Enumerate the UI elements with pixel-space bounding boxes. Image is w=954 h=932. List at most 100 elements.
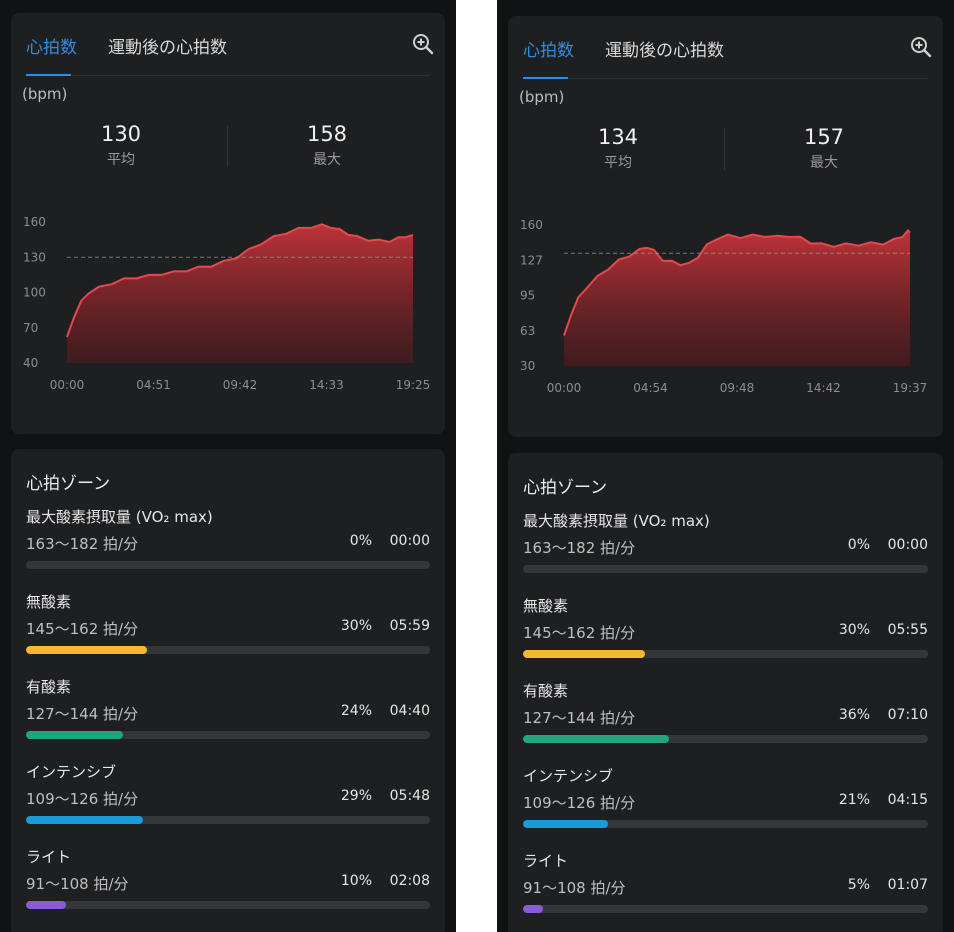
x-tick-label: 04:54 xyxy=(633,381,668,395)
zone-range: 91〜108 拍/分 xyxy=(523,879,626,897)
zone-name: 無酸素 xyxy=(523,597,569,615)
zone-row: インテンシブ 109〜126 拍/分 29% 05:48 xyxy=(26,761,430,841)
zone-row: 有酸素 127〜144 拍/分 24% 04:40 xyxy=(26,676,430,756)
zone-time: 01:07 xyxy=(887,877,928,893)
zone-time: 04:40 xyxy=(389,703,430,719)
x-tick-label: 09:42 xyxy=(223,378,258,392)
phone-screen-left: 心拍数 運動後の心拍数 (bpm) 130 平均 158 最大 160 130 10… xyxy=(0,0,456,932)
zone-name: 有酸素 xyxy=(26,678,72,696)
zone-name: インテンシブ xyxy=(523,767,614,785)
zone-row: 最大酸素摂取量 (VO₂ max) 163〜182 拍/分 0% 00:00 xyxy=(26,506,430,586)
zone-row: インテンシブ 109〜126 拍/分 21% 04:15 xyxy=(523,765,928,845)
heart-rate-chart[interactable]: 160 127 95 63 30 00:00 04:54 09:48 14:42 19:37 xyxy=(508,16,942,437)
heart-rate-area xyxy=(67,224,413,363)
zone-progress-track xyxy=(26,901,430,909)
zone-progress-fill xyxy=(523,735,669,743)
zone-row: ライト 91〜108 拍/分 5% 01:07 xyxy=(523,850,928,930)
zone-name: 最大酸素摂取量 (VO₂ max) xyxy=(26,508,213,526)
y-tick-label: 127 xyxy=(520,253,543,267)
zone-range: 163〜182 拍/分 xyxy=(26,535,139,553)
zone-percent: 29% xyxy=(340,788,372,804)
x-tick-label: 14:33 xyxy=(309,378,344,392)
zone-progress-track xyxy=(26,561,430,569)
y-tick-label: 100 xyxy=(23,286,46,300)
zone-progress-track xyxy=(26,816,430,824)
zone-time: 07:10 xyxy=(887,707,928,723)
heart-rate-card: 心拍数 運動後の心拍数 (bpm) 134 平均 157 最大 160 127 95… xyxy=(508,16,943,437)
x-tick-label: 19:25 xyxy=(396,378,431,392)
zone-range: 127〜144 拍/分 xyxy=(523,709,636,727)
zone-percent: 36% xyxy=(838,707,870,723)
zone-percent: 21% xyxy=(838,792,870,808)
zone-progress-fill xyxy=(523,905,544,913)
zone-name: ライト xyxy=(523,852,569,870)
zone-name: 無酸素 xyxy=(26,593,72,611)
y-tick-label: 95 xyxy=(520,289,535,303)
zone-name: 有酸素 xyxy=(523,682,569,700)
zone-progress-fill xyxy=(26,731,123,739)
zone-time: 04:15 xyxy=(887,792,928,808)
zone-progress-track xyxy=(523,820,928,828)
zone-row: 無酸素 145〜162 拍/分 30% 05:55 xyxy=(523,595,928,675)
x-tick-label: 09:48 xyxy=(720,381,755,395)
zone-range: 145〜162 拍/分 xyxy=(523,624,636,642)
zone-row: 有酸素 127〜144 拍/分 36% 07:10 xyxy=(523,680,928,760)
zone-percent: 0% xyxy=(847,537,870,553)
zone-time: 02:08 xyxy=(389,873,430,889)
zones-title: 心拍ゾーン xyxy=(523,478,608,498)
x-tick-label: 00:00 xyxy=(50,378,85,392)
zone-row: ライト 91〜108 拍/分 10% 02:08 xyxy=(26,846,430,926)
zones-title: 心拍ゾーン xyxy=(26,474,111,494)
zone-percent: 5% xyxy=(847,877,870,893)
zone-row: 最大酸素摂取量 (VO₂ max) 163〜182 拍/分 0% 00:00 xyxy=(523,510,928,590)
zone-range: 91〜108 拍/分 xyxy=(26,875,129,893)
zone-row: 無酸素 145〜162 拍/分 30% 05:59 xyxy=(26,591,430,671)
zone-percent: 0% xyxy=(349,533,372,549)
y-tick-label: 130 xyxy=(23,250,46,264)
heart-rate-zones-card: 心拍ゾーン 最大酸素摂取量 (VO₂ max) 163〜182 拍/分 0% 0… xyxy=(11,449,445,932)
y-tick-label: 160 xyxy=(520,218,543,232)
zone-progress-track xyxy=(523,650,928,658)
x-tick-label: 04:51 xyxy=(136,378,171,392)
zone-range: 109〜126 拍/分 xyxy=(26,790,139,808)
zone-range: 109〜126 拍/分 xyxy=(523,794,636,812)
zone-progress-track xyxy=(26,731,430,739)
zone-progress-fill xyxy=(26,816,144,824)
zone-time: 05:59 xyxy=(389,618,430,634)
heart-rate-zones-card: 心拍ゾーン 最大酸素摂取量 (VO₂ max) 163〜182 拍/分 0% 0… xyxy=(508,453,943,932)
zone-time: 05:48 xyxy=(389,788,430,804)
x-tick-label: 00:00 xyxy=(547,381,582,395)
heart-rate-card: 心拍数 運動後の心拍数 (bpm) 130 平均 158 最大 160 130 10… xyxy=(11,13,445,434)
x-tick-label: 14:42 xyxy=(806,381,841,395)
zone-time: 00:00 xyxy=(389,533,430,549)
zone-progress-fill xyxy=(523,820,609,828)
zone-percent: 30% xyxy=(340,618,372,634)
zone-percent: 10% xyxy=(340,873,372,889)
y-tick-label: 70 xyxy=(23,321,38,335)
x-tick-label: 19:37 xyxy=(893,381,928,395)
zone-name: ライト xyxy=(26,848,72,866)
y-tick-label: 63 xyxy=(520,324,535,338)
zone-percent: 24% xyxy=(340,703,372,719)
zone-progress-track xyxy=(523,565,928,573)
zone-range: 163〜182 拍/分 xyxy=(523,539,636,557)
heart-rate-area xyxy=(564,230,910,366)
zone-name: インテンシブ xyxy=(26,763,117,781)
zone-progress-track xyxy=(523,735,928,743)
heart-rate-chart[interactable]: 160 130 100 70 40 00:00 04:51 09:42 14:33 19:25 xyxy=(11,13,445,434)
zone-progress-track xyxy=(523,905,928,913)
zone-time: 00:00 xyxy=(887,537,928,553)
zone-percent: 30% xyxy=(838,622,870,638)
y-tick-label: 40 xyxy=(23,356,38,370)
zone-time: 05:55 xyxy=(887,622,928,638)
zone-progress-fill xyxy=(26,901,67,909)
phone-screen-right: 心拍数 運動後の心拍数 (bpm) 134 平均 157 最大 160 127 95… xyxy=(497,0,954,932)
y-tick-label: 160 xyxy=(23,215,46,229)
zone-range: 127〜144 拍/分 xyxy=(26,705,139,723)
zone-progress-fill xyxy=(26,646,148,654)
zone-range: 145〜162 拍/分 xyxy=(26,620,139,638)
y-tick-label: 30 xyxy=(520,359,535,373)
zone-name: 最大酸素摂取量 (VO₂ max) xyxy=(523,512,710,530)
zone-progress-fill xyxy=(523,650,645,658)
zone-progress-track xyxy=(26,646,430,654)
